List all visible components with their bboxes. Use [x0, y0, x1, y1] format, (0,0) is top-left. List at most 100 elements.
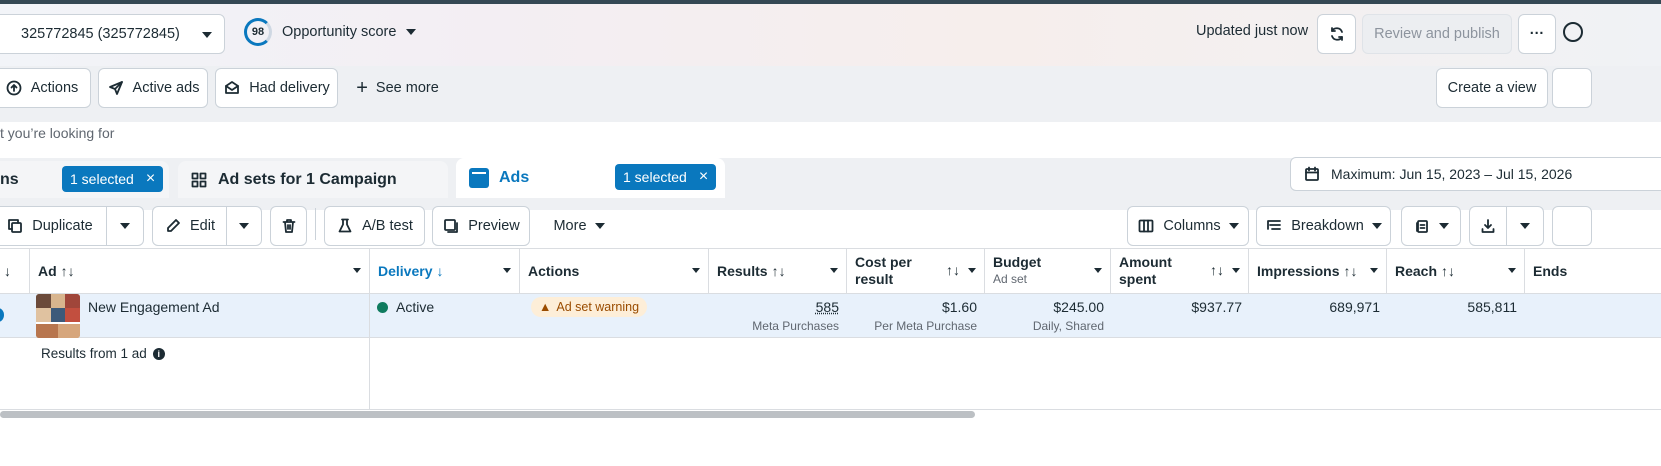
chevron-down-icon[interactable]: [353, 268, 361, 273]
columns-button[interactable]: Columns: [1127, 206, 1249, 246]
account-label: 325772845 (325772845): [21, 26, 180, 42]
more-options-button[interactable]: ···: [1518, 14, 1556, 54]
results-value[interactable]: 585: [816, 299, 839, 315]
chevron-down-icon: [239, 223, 249, 229]
chevron-down-icon: [202, 32, 212, 38]
column-header-reach[interactable]: Reach ↑↓: [1387, 248, 1525, 294]
preview-button[interactable]: Preview: [432, 206, 530, 246]
column-amount-label-2: spent: [1119, 271, 1156, 288]
delivery-label: Active: [396, 299, 434, 315]
close-icon[interactable]: ×: [699, 169, 708, 185]
chevron-down-icon[interactable]: [1094, 268, 1102, 273]
column-header-budget[interactable]: Budget Ad set: [985, 248, 1111, 294]
column-cost-label-2: result: [855, 271, 893, 288]
results-summary-label: Results from 1 ad: [41, 346, 147, 361]
active-ads-filter-button[interactable]: Active ads: [98, 68, 208, 108]
more-actions-label: More: [553, 218, 586, 234]
sort-icon: ↑↓: [946, 262, 960, 279]
refresh-icon: [1328, 25, 1346, 43]
ad-name[interactable]: New Engagement Ad: [88, 299, 220, 315]
column-header-impressions[interactable]: Impressions ↑↓: [1249, 248, 1387, 294]
review-publish-label: Review and publish: [1374, 26, 1500, 42]
ad-set-warning-badge[interactable]: ▲ Ad set warning: [531, 297, 647, 317]
export-button[interactable]: [1469, 206, 1507, 246]
refresh-button[interactable]: [1317, 14, 1356, 54]
amount-spent-cell: $937.77: [1111, 299, 1242, 315]
had-delivery-filter-button[interactable]: Had delivery: [215, 68, 338, 108]
search-bar[interactable]: [0, 122, 1661, 158]
chevron-down-icon[interactable]: [503, 268, 511, 273]
campaigns-selected-badge[interactable]: 1 selected ×: [62, 166, 163, 192]
close-icon[interactable]: ×: [146, 171, 155, 187]
tab-campaigns-label: ns: [0, 171, 19, 189]
opportunity-score[interactable]: 98 Opportunity score: [244, 18, 416, 46]
column-header-delivery[interactable]: Delivery ↓: [370, 248, 520, 294]
chevron-down-icon: [1439, 223, 1449, 229]
chevron-down-icon[interactable]: [692, 268, 700, 273]
column-ends-label: Ends: [1533, 263, 1567, 280]
chevron-down-icon[interactable]: [1508, 268, 1516, 273]
chevron-down-icon[interactable]: [968, 268, 976, 273]
column-header-results[interactable]: Results ↑↓: [709, 248, 847, 294]
reports-button[interactable]: [1401, 206, 1461, 246]
column-budget-sublabel: Ad set: [993, 271, 1027, 288]
export-dropdown-button[interactable]: [1506, 206, 1544, 246]
duplicate-dropdown-button[interactable]: [106, 206, 144, 246]
chart-toggle-button[interactable]: [1552, 206, 1592, 246]
create-view-button[interactable]: Create a view: [1436, 68, 1548, 108]
account-selector[interactable]: 325772845 (325772845): [0, 14, 225, 54]
impressions-value: 689,971: [1329, 299, 1380, 315]
download-icon: [1479, 217, 1497, 235]
results-cell: 585 Meta Purchases: [709, 299, 839, 333]
column-header-cost-per-result[interactable]: Cost per result ↑↓: [847, 248, 985, 294]
toolbar-divider: [315, 208, 316, 240]
delete-button[interactable]: [270, 206, 307, 246]
save-view-button[interactable]: [1552, 68, 1592, 108]
preview-icon: [442, 217, 460, 235]
horizontal-scrollbar[interactable]: [0, 411, 975, 418]
select-column-header[interactable]: ↓: [0, 248, 30, 294]
breakdown-button[interactable]: Breakdown: [1256, 206, 1391, 246]
edit-dropdown-button[interactable]: [226, 206, 262, 246]
chevron-down-icon: [1372, 223, 1382, 229]
actions-filter-button[interactable]: Actions: [0, 68, 91, 108]
chevron-down-icon[interactable]: [1370, 268, 1378, 273]
sort-icon: ↑↓: [1343, 263, 1357, 280]
trash-icon: [280, 217, 298, 235]
see-more-label: See more: [376, 80, 439, 96]
tab-ad-sets[interactable]: Ad sets for 1 Campaign: [178, 161, 448, 198]
edit-button[interactable]: Edit: [152, 206, 227, 246]
date-range-picker[interactable]: Maximum: Jun 15, 2023 – Jul 15, 2026: [1290, 157, 1661, 191]
avatar[interactable]: [1563, 22, 1583, 42]
sort-icon: ↑↓: [772, 263, 786, 280]
column-results-label: Results: [717, 263, 768, 280]
budget-value[interactable]: $245.00: [1053, 299, 1104, 315]
column-actions-label: Actions: [528, 263, 579, 280]
ab-test-button[interactable]: A/B test: [324, 206, 425, 246]
date-range-label: Maximum: Jun 15, 2023 – Jul 15, 2026: [1331, 166, 1572, 182]
info-icon[interactable]: i: [153, 348, 165, 360]
updated-status: Updated just now: [1196, 23, 1308, 39]
ads-selected-badge[interactable]: 1 selected ×: [615, 164, 716, 190]
delivery-status: Active: [377, 299, 434, 315]
reports-icon: [1413, 217, 1431, 235]
duplicate-button[interactable]: Duplicate: [0, 206, 107, 246]
search-input-placeholder[interactable]: t you’re looking for: [0, 125, 114, 141]
sort-down-icon: ↓: [436, 263, 443, 280]
more-actions-button[interactable]: More: [540, 206, 618, 246]
column-header-ad[interactable]: Ad ↑↓: [30, 248, 370, 294]
column-header-actions[interactable]: Actions: [520, 248, 709, 294]
chevron-down-icon[interactable]: [830, 268, 838, 273]
column-header-amount-spent[interactable]: Amount spent ↑↓: [1111, 248, 1249, 294]
ads-selected-label: 1 selected: [623, 169, 687, 185]
column-amount-label-1: Amount: [1119, 254, 1172, 271]
column-header-ends[interactable]: Ends: [1525, 248, 1661, 294]
see-more-button[interactable]: + See more: [350, 68, 445, 108]
column-divider: [369, 294, 370, 410]
upload-circle-icon: [5, 79, 23, 97]
chevron-down-icon: [1229, 223, 1239, 229]
score-ring: 98: [244, 18, 272, 46]
review-publish-button[interactable]: Review and publish: [1362, 14, 1512, 54]
sort-icon: ↑↓: [1210, 262, 1224, 279]
chevron-down-icon[interactable]: [1232, 268, 1240, 273]
